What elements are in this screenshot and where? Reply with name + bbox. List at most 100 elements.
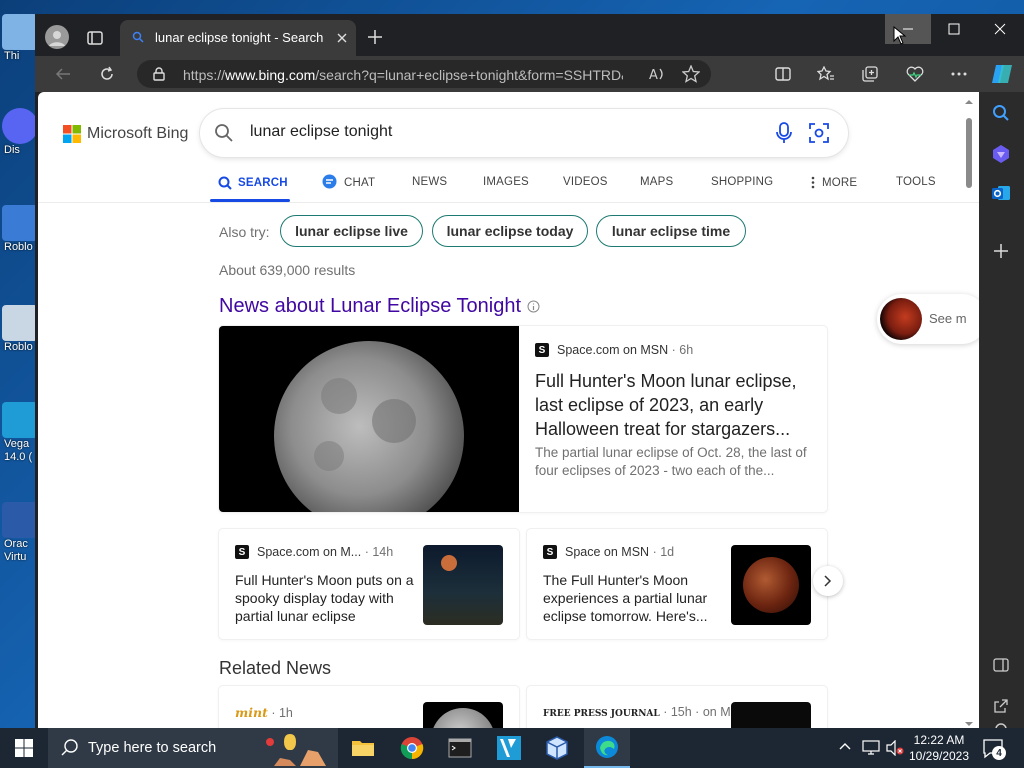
moon-over-hill-thumb	[423, 545, 503, 625]
clock-date: 10/29/2023	[908, 749, 970, 763]
microphone-icon[interactable]	[776, 122, 792, 144]
tab-shopping[interactable]: SHOPPING	[711, 176, 773, 188]
profile-avatar-icon[interactable]	[45, 25, 69, 49]
browser-essentials-icon[interactable]	[899, 56, 931, 92]
open-external-icon[interactable]	[993, 698, 1009, 714]
tab-more[interactable]: MORE	[811, 176, 857, 189]
also-try-pill[interactable]: lunar eclipse time	[596, 215, 746, 247]
volume-muted-icon[interactable]	[886, 740, 904, 756]
search-icon	[61, 739, 79, 757]
desktop-icon-label: Thi	[4, 50, 20, 62]
tab-images[interactable]: IMAGES	[483, 176, 529, 188]
nav-divider	[38, 202, 979, 203]
svg-text:A: A	[649, 68, 658, 82]
tab-tools[interactable]: TOOLS	[896, 176, 936, 188]
notification-center[interactable]: 4	[982, 738, 1006, 760]
tab-search[interactable]: SEARCH	[218, 176, 288, 190]
search-tab-icon	[132, 31, 144, 43]
add-sidebar-app-icon[interactable]	[994, 244, 1008, 258]
news-card[interactable]: S Space.com on M... · 14h Full Hunter's M…	[219, 529, 519, 639]
address-url: https://www.bing.com/search?q=lunar+ecli…	[183, 67, 623, 83]
news-source: mint · 1h	[235, 705, 293, 720]
red-moon-dot	[441, 555, 457, 571]
vegas-taskbar-icon[interactable]	[486, 728, 532, 768]
desktop-icon-roblox-studio[interactable]: Roblo	[0, 305, 40, 354]
close-window-button[interactable]	[977, 14, 1023, 44]
desktop-icon-virtualbox[interactable]: Orac Virtu	[0, 502, 40, 564]
desktop-icon-this-pc[interactable]: Thi	[0, 14, 40, 63]
split-screen-icon[interactable]	[767, 56, 799, 92]
back-button[interactable]	[47, 56, 79, 92]
bing-logo[interactable]: Microsoft Bing	[63, 125, 188, 143]
tab-maps[interactable]: MAPS	[640, 176, 673, 188]
virtualbox-icon	[2, 502, 38, 538]
collections-icon[interactable]	[854, 56, 886, 92]
main-news-card[interactable]: S Space.com on MSN · 6h Full Hunter's Moo…	[219, 326, 827, 512]
close-tab-icon[interactable]	[336, 32, 348, 44]
file-explorer-icon[interactable]	[340, 728, 386, 768]
tab-chat[interactable]: CHAT	[321, 174, 375, 190]
desktop-icon-label: Dis	[4, 144, 20, 156]
outlook-icon[interactable]	[992, 184, 1010, 202]
hide-sidebar-icon[interactable]	[993, 658, 1009, 672]
show-hidden-icons[interactable]	[838, 739, 852, 753]
refresh-button[interactable]	[91, 56, 123, 92]
news-source: FREE PRESS JOURNAL · 15h · on MS	[543, 705, 739, 719]
favorites-icon[interactable]	[810, 56, 842, 92]
tab-actions-icon[interactable]	[87, 30, 103, 46]
news-title[interactable]: Full Hunter's Moon puts on a spooky disp…	[235, 571, 421, 625]
edge-taskbar-icon[interactable]	[584, 728, 630, 768]
tab-title: lunar eclipse tonight - Search	[155, 30, 324, 45]
news-card[interactable]: S Space on MSN · 1d The Full Hunter's Moo…	[527, 529, 827, 639]
moon-thumb	[423, 702, 503, 728]
sidebar-search-icon[interactable]	[992, 104, 1010, 122]
new-tab-icon[interactable]	[368, 30, 382, 44]
windows-icon	[15, 739, 33, 757]
also-try-pill[interactable]: lunar eclipse live	[280, 215, 423, 247]
chevron-right-icon	[824, 575, 832, 587]
search-highlight-icon	[260, 730, 336, 768]
also-try-label: Also try:	[219, 224, 270, 240]
space-logo-icon: S	[235, 545, 249, 559]
desktop-icon-discord[interactable]: Dis	[0, 108, 40, 157]
network-icon[interactable]	[862, 740, 880, 756]
taskbar-search[interactable]: Type here to search	[48, 728, 338, 768]
minimize-button[interactable]	[885, 14, 931, 44]
tab-news[interactable]: NEWS	[412, 176, 447, 188]
favorite-star-icon[interactable]	[682, 65, 700, 83]
news-heading[interactable]: News about Lunar Eclipse Tonight	[219, 295, 540, 318]
notification-count: 4	[992, 746, 1006, 760]
tab-videos[interactable]: VIDEOS	[563, 176, 608, 188]
related-news-card[interactable]: FREE PRESS JOURNAL · 15h · on MS	[527, 686, 827, 728]
read-aloud-icon[interactable]: A	[649, 66, 667, 82]
related-news-card[interactable]: mint · 1h	[219, 686, 519, 728]
news-title[interactable]: Full Hunter's Moon lunar eclipse, last e…	[535, 369, 810, 441]
visual-search-icon[interactable]	[809, 123, 829, 143]
search-input[interactable]: lunar eclipse tonight	[250, 123, 392, 141]
system-clock[interactable]: 12:22 AM 10/29/2023	[904, 732, 974, 764]
maximize-button[interactable]	[931, 14, 977, 44]
terminal-icon[interactable]	[437, 728, 483, 768]
also-try-pill[interactable]: lunar eclipse today	[432, 215, 588, 247]
related-news-heading: Related News	[219, 658, 332, 678]
taskbar-search-placeholder: Type here to search	[88, 740, 217, 756]
blood-moon-thumb	[880, 298, 922, 340]
taskbar: Type here to search 12:22 AM 10/29/2023 …	[0, 728, 1024, 768]
chrome-icon[interactable]	[389, 728, 435, 768]
mint-logo: mint	[235, 705, 268, 720]
desktop-icon-roblox-player[interactable]: Roblo	[0, 205, 40, 254]
start-button[interactable]	[0, 728, 48, 768]
more-options-icon[interactable]	[943, 56, 975, 92]
news-title[interactable]: The Full Hunter's Moon experiences a par…	[543, 571, 729, 625]
computer-icon	[2, 14, 38, 50]
desktop-icon-vegas[interactable]: Vega 14.0 (	[0, 402, 40, 464]
page-scrollbar[interactable]	[963, 98, 975, 728]
copilot-icon[interactable]	[986, 56, 1018, 92]
search-box[interactable]: lunar eclipse tonight	[200, 109, 848, 157]
address-bar[interactable]: https://www.bing.com/search?q=lunar+ecli…	[137, 60, 711, 88]
copilot-sidebar-icon[interactable]	[991, 144, 1011, 164]
news-next-button[interactable]	[813, 566, 843, 596]
see-more-text: See m	[929, 311, 967, 326]
tab-active[interactable]: lunar eclipse tonight - Search	[120, 20, 356, 56]
virtualbox-taskbar-icon[interactable]	[534, 728, 580, 768]
